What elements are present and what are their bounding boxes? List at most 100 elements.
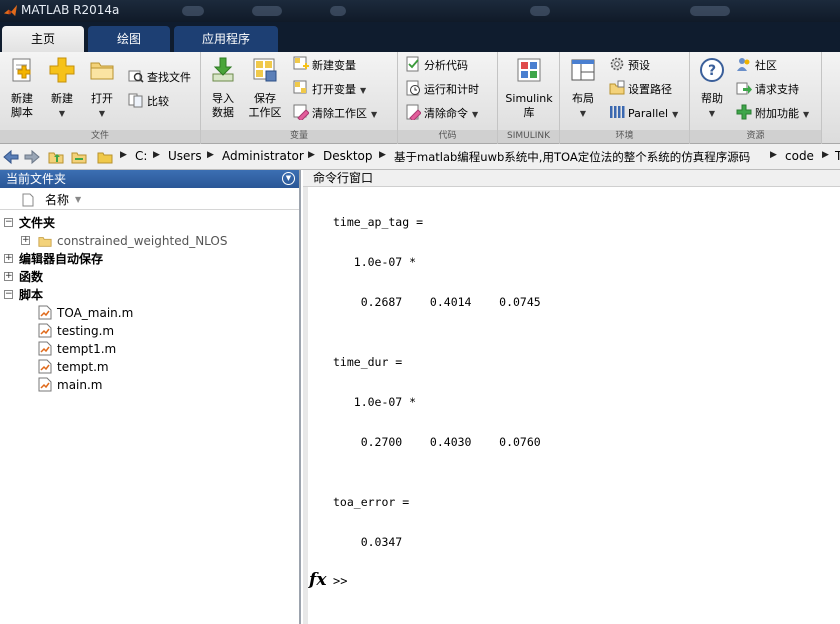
path-separator: ▶ bbox=[379, 150, 386, 160]
ribbon-group-label: 环境 bbox=[560, 130, 689, 143]
tab-plots[interactable]: 绘图 bbox=[88, 26, 170, 52]
expand-icon[interactable]: + bbox=[4, 254, 13, 263]
ribbon-group-label: 资源 bbox=[690, 130, 821, 143]
preferences-button[interactable]: 预设 bbox=[609, 56, 650, 76]
parallel-button[interactable]: Parallel ▼ bbox=[609, 104, 678, 124]
clear-workspace-icon bbox=[293, 104, 309, 120]
section-scripts[interactable]: − 脚本 bbox=[0, 286, 299, 304]
chevron-down-icon: ▼ bbox=[371, 110, 378, 119]
breadcrumb-truncated[interactable]: T bbox=[835, 149, 840, 163]
gear-icon bbox=[610, 57, 624, 71]
ribbon-group-variable: 导入 数据 保存 工作区 新建变量 打开变量 ▼ 清除工作区 ▼ 变量 bbox=[201, 52, 398, 144]
help-button[interactable]: ? 帮助 ▼ bbox=[692, 56, 732, 121]
save-workspace-button[interactable]: 保存 工作区 bbox=[245, 56, 285, 120]
tab-apps[interactable]: 应用程序 bbox=[174, 26, 278, 52]
path-separator: ▶ bbox=[207, 150, 214, 160]
addons-button[interactable]: 附加功能 ▼ bbox=[736, 104, 809, 124]
m-file-icon bbox=[38, 377, 52, 392]
folder-icon bbox=[97, 152, 113, 164]
import-data-button[interactable]: 导入 数据 bbox=[203, 56, 243, 120]
panel-menu-icon[interactable]: ▼ bbox=[282, 172, 295, 185]
simulink-library-icon bbox=[517, 58, 541, 82]
path-separator: ▶ bbox=[153, 150, 160, 160]
script-file-item[interactable]: tempt.m bbox=[0, 358, 299, 376]
command-window[interactable]: 命令行窗口 time_ap_tag = 1.0e-07 * 0.2687 0.4… bbox=[303, 170, 840, 624]
clear-commands-button[interactable]: 清除命令 ▼ bbox=[405, 104, 478, 124]
breadcrumb-administrator[interactable]: Administrator bbox=[222, 149, 304, 163]
layout-button[interactable]: 布局 ▼ bbox=[563, 56, 603, 121]
blurred-region bbox=[252, 6, 282, 16]
output-line: 0.2687 0.4014 0.0745 bbox=[333, 295, 541, 309]
script-file-item[interactable]: main.m bbox=[0, 376, 299, 394]
save-workspace-icon bbox=[253, 58, 277, 82]
run-and-time-button[interactable]: 运行和计时 bbox=[405, 80, 479, 100]
m-file-icon bbox=[38, 341, 52, 356]
community-icon bbox=[737, 58, 750, 71]
collapse-icon[interactable]: − bbox=[4, 290, 13, 299]
new-script-button[interactable]: 新建 脚本 bbox=[2, 56, 42, 120]
analyze-code-button[interactable]: 分析代码 bbox=[405, 56, 468, 76]
addons-icon bbox=[736, 104, 752, 120]
up-folder-icon[interactable] bbox=[48, 149, 64, 165]
expand-icon[interactable]: + bbox=[21, 236, 30, 245]
folder-item[interactable]: + constrained_weighted_NLOS bbox=[0, 232, 299, 250]
address-bar: ▶ C: ▶ Users ▶ Administrator ▶ Desktop ▶… bbox=[0, 144, 840, 170]
chevron-down-icon: ▼ bbox=[672, 110, 679, 119]
find-files-button[interactable]: 查找文件 bbox=[128, 68, 191, 88]
folder-icon bbox=[38, 237, 52, 247]
run-and-time-icon bbox=[406, 80, 420, 96]
output-line: 1.0e-07 * bbox=[333, 255, 417, 269]
clear-workspace-button[interactable]: 清除工作区 ▼ bbox=[293, 104, 377, 124]
breadcrumb-c[interactable]: C: bbox=[135, 149, 147, 163]
set-path-icon bbox=[609, 80, 625, 95]
simulink-library-button[interactable]: Simulink 库 bbox=[504, 56, 554, 120]
blurred-region bbox=[530, 6, 550, 16]
function-browser-icon[interactable]: fx bbox=[309, 570, 326, 590]
tab-home[interactable]: 主页 bbox=[2, 26, 84, 52]
breadcrumb-code[interactable]: code bbox=[785, 149, 814, 163]
breadcrumb-desktop[interactable]: Desktop bbox=[323, 149, 373, 163]
chevron-down-icon: ▼ bbox=[360, 86, 367, 95]
command-prompt[interactable]: >> bbox=[333, 574, 347, 588]
request-support-button[interactable]: 请求支持 bbox=[736, 80, 799, 100]
browse-folder-icon[interactable] bbox=[71, 149, 87, 165]
output-line: 1.0e-07 * bbox=[333, 395, 417, 409]
m-file-icon bbox=[38, 305, 52, 320]
path-separator: ▶ bbox=[822, 150, 829, 160]
collapse-icon[interactable]: − bbox=[4, 218, 13, 227]
m-file-icon bbox=[38, 323, 52, 338]
new-variable-button[interactable]: 新建变量 bbox=[293, 56, 356, 76]
ribbon-group-label: 文件 bbox=[0, 130, 200, 143]
breadcrumb-project-folder[interactable]: 基于matlab编程uwb系统中,用TOA定位法的整个系统的仿真程序源码 bbox=[394, 149, 750, 165]
community-button[interactable]: 社区 bbox=[736, 56, 777, 76]
help-icon: ? bbox=[700, 58, 724, 82]
ribbon-tab-strip: 主页 绘图 应用程序 bbox=[0, 22, 840, 52]
new-plus-icon bbox=[49, 57, 75, 83]
request-support-icon bbox=[736, 82, 752, 95]
name-column-header[interactable]: 名称 ▼ bbox=[0, 190, 299, 210]
path-separator: ▶ bbox=[308, 150, 315, 160]
new-button[interactable]: 新建 ▼ bbox=[42, 56, 82, 121]
open-button[interactable]: 打开 ▼ bbox=[82, 56, 122, 121]
output-line: 0.2700 0.4030 0.0760 bbox=[333, 435, 541, 449]
script-file-item[interactable]: TOA_main.m bbox=[0, 304, 299, 322]
output-line: time_ap_tag = bbox=[333, 215, 424, 229]
sort-arrow-icon: ▼ bbox=[75, 195, 82, 204]
set-path-button[interactable]: 设置路径 bbox=[609, 80, 672, 100]
chevron-down-icon: ▼ bbox=[579, 109, 587, 118]
back-arrow-icon[interactable] bbox=[3, 149, 19, 165]
compare-button[interactable]: 比较 bbox=[128, 92, 169, 112]
section-functions[interactable]: + 函数 bbox=[0, 268, 299, 286]
ribbon: 新建 脚本 新建 ▼ 打开 ▼ 查找文件 比较 文件 导入 数据 保存 工作区 … bbox=[0, 52, 840, 144]
script-file-item[interactable]: tempt1.m bbox=[0, 340, 299, 358]
script-file-item[interactable]: testing.m bbox=[0, 322, 299, 340]
expand-icon[interactable]: + bbox=[4, 272, 13, 281]
blurred-region bbox=[182, 6, 204, 16]
output-line: toa_error = bbox=[333, 495, 410, 509]
open-variable-button[interactable]: 打开变量 ▼ bbox=[293, 80, 366, 100]
forward-arrow-icon[interactable] bbox=[24, 149, 40, 165]
breadcrumb-users[interactable]: Users bbox=[168, 149, 202, 163]
section-folders[interactable]: − 文件夹 bbox=[0, 214, 299, 232]
current-folder-panel: 当前文件夹 ▼ 名称 ▼ − 文件夹 + constrained_weighte… bbox=[0, 170, 301, 624]
section-editor-autosave[interactable]: + 编辑器自动保存 bbox=[0, 250, 299, 268]
